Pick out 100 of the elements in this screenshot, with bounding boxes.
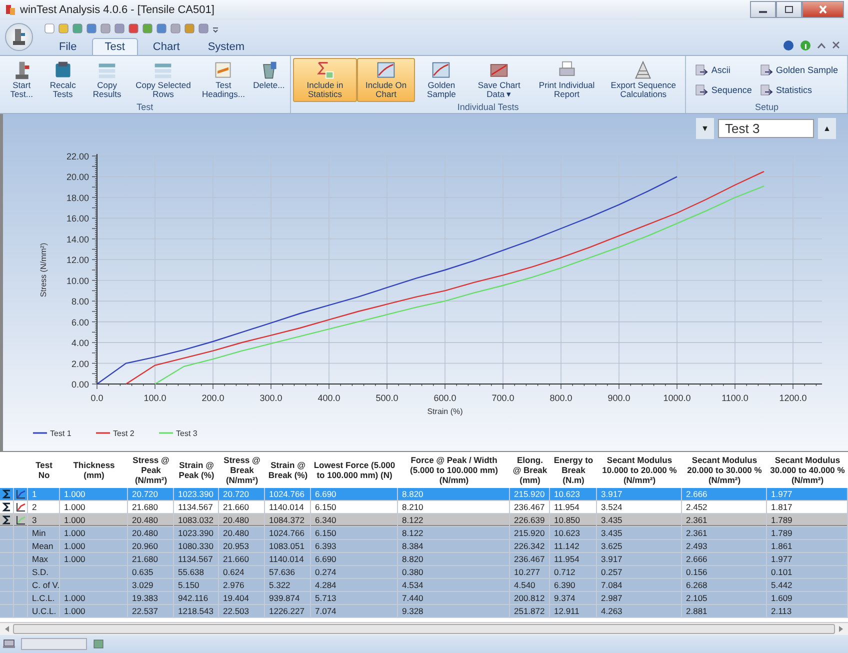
table-cell: 21.680 bbox=[132, 502, 158, 512]
x-tick-label: 1200.0 bbox=[779, 393, 807, 404]
toolbar-icon[interactable] bbox=[114, 22, 125, 34]
ribbon-button[interactable]: Include On Chart bbox=[357, 58, 415, 102]
ribbon-button[interactable]: Test Headings... bbox=[196, 58, 250, 102]
x-tick-label: 900.0 bbox=[608, 393, 630, 404]
y-tick-label: 6.00 bbox=[71, 317, 89, 328]
info-icon[interactable] bbox=[800, 40, 811, 51]
table-cell: 7.074 bbox=[315, 606, 336, 616]
sigma-icon[interactable] bbox=[2, 502, 12, 512]
close-icon[interactable] bbox=[832, 41, 840, 50]
table-cell: 1134.567 bbox=[178, 554, 213, 564]
table-cell: 5.322 bbox=[269, 580, 290, 590]
table-cell: 0.156 bbox=[686, 567, 708, 578]
y-tick-label: 20.00 bbox=[66, 172, 89, 182]
table-cell: 5.713 bbox=[315, 593, 336, 604]
toolbar-icon[interactable] bbox=[170, 22, 181, 34]
table-cell: 939.874 bbox=[269, 593, 300, 604]
close-button[interactable] bbox=[802, 1, 844, 18]
pyramid-icon bbox=[633, 60, 654, 80]
table-cell: 0.274 bbox=[315, 567, 336, 578]
ribbon-button[interactable]: Print Individual Report bbox=[530, 58, 604, 102]
collapse-icon[interactable] bbox=[817, 42, 826, 49]
table-cell: 0.712 bbox=[554, 567, 576, 578]
table-cell: 1.817 bbox=[771, 502, 792, 512]
ribbon-button[interactable]: Sequence bbox=[692, 82, 755, 98]
table-cell: C. of V. bbox=[32, 580, 60, 590]
line-chart-icon[interactable] bbox=[16, 515, 26, 526]
line-chart-icon[interactable] bbox=[16, 502, 26, 512]
table-cell: 6.690 bbox=[315, 554, 336, 564]
table-cell: 2.666 bbox=[686, 554, 708, 564]
maximize-button[interactable] bbox=[776, 1, 802, 18]
next-button[interactable]: ▲ bbox=[818, 118, 836, 140]
ribbon-button[interactable]: Save Chart Data ▾ bbox=[468, 58, 530, 102]
ribbon-tab[interactable]: Chart bbox=[140, 38, 193, 55]
minimize-button[interactable] bbox=[750, 1, 776, 18]
ribbon-button[interactable]: Golden Sample bbox=[756, 62, 841, 78]
ribbon-button[interactable]: Copy Results bbox=[84, 58, 130, 102]
toolbar-icon[interactable] bbox=[86, 22, 97, 34]
help-icon[interactable] bbox=[783, 40, 794, 51]
legend-label: Test 1 bbox=[50, 429, 72, 438]
ribbon-button[interactable]: Delete... bbox=[250, 58, 288, 102]
table-cell: 3.625 bbox=[601, 541, 622, 552]
table-cell: 1024.766 bbox=[269, 528, 304, 538]
toolbar-icon[interactable] bbox=[184, 22, 195, 34]
y-tick-label: 22.00 bbox=[66, 152, 89, 162]
horizontal-scrollbar[interactable] bbox=[0, 622, 848, 636]
ribbon-button[interactable]: Ascii bbox=[692, 62, 755, 78]
table-cell: 20.960 bbox=[132, 541, 158, 552]
table-cell: 1.000 bbox=[64, 554, 86, 564]
toolbar-icon[interactable] bbox=[198, 22, 209, 34]
table-cell: 5.442 bbox=[771, 580, 792, 590]
application-menu-button[interactable] bbox=[5, 22, 33, 51]
table-cell: 226.639 bbox=[514, 515, 545, 526]
toolbar-icon[interactable] bbox=[128, 22, 139, 34]
ribbon-tab[interactable]: Test bbox=[92, 38, 138, 55]
y-tick-label: 0.00 bbox=[71, 380, 89, 390]
table-cell: 20.953 bbox=[223, 541, 249, 552]
left-arrow-icon[interactable] bbox=[4, 625, 10, 634]
ribbon-button[interactable]: Statistics bbox=[756, 82, 841, 98]
toolbar-icon[interactable] bbox=[72, 22, 83, 34]
x-tick-label: 800.0 bbox=[550, 393, 572, 404]
table-cell: 3.524 bbox=[601, 502, 622, 512]
table-cell: 2.361 bbox=[686, 515, 708, 526]
toolbar-icon[interactable] bbox=[142, 22, 153, 34]
x-axis-title: Strain (%) bbox=[427, 407, 463, 416]
ribbon-button[interactable]: Include in Statistics bbox=[292, 58, 358, 102]
test-select-field[interactable]: Test 3 bbox=[718, 119, 814, 138]
table-cell: 2.666 bbox=[686, 489, 708, 500]
column-header: Strain @ Peak (%) bbox=[178, 460, 216, 480]
ribbon-tab[interactable]: System bbox=[194, 38, 258, 55]
ribbon-tab[interactable]: File bbox=[46, 38, 90, 55]
sigma-icon[interactable] bbox=[2, 515, 12, 526]
table-cell: 19.404 bbox=[223, 593, 249, 604]
right-arrow-icon[interactable] bbox=[838, 625, 844, 634]
ribbon-button[interactable]: Export Sequence Calculations bbox=[603, 58, 684, 102]
table-cell: 8.122 bbox=[402, 515, 424, 526]
toolbar-icon[interactable] bbox=[100, 22, 111, 34]
window-title: winTest Analysis 4.0.6 - [Tensile CA501] bbox=[20, 4, 214, 16]
table-cell: 1134.567 bbox=[178, 502, 213, 512]
table-cell: 236.467 bbox=[514, 502, 545, 512]
x-tick-label: 0.0 bbox=[90, 393, 104, 404]
x-tick-label: 1000.0 bbox=[663, 393, 691, 404]
toolbar-icon[interactable] bbox=[58, 22, 69, 34]
toolbar-icon[interactable] bbox=[44, 22, 55, 34]
ribbon-button[interactable]: Start Test... bbox=[2, 58, 42, 102]
y-tick-label: 10.00 bbox=[66, 276, 89, 286]
y-tick-label: 8.00 bbox=[71, 296, 89, 307]
table-cell: 3.435 bbox=[601, 515, 622, 526]
ribbon-button[interactable]: Copy Selected Rows bbox=[130, 58, 197, 102]
table-cell: 2.976 bbox=[223, 580, 244, 590]
column-header: Secant Modulus 10.000 to 20.000 % (N/mm²) bbox=[601, 455, 678, 486]
ribbon-button[interactable]: Golden Sample bbox=[414, 58, 468, 102]
ribbon-button[interactable]: Recalc Tests bbox=[41, 58, 84, 102]
table-cell: 1.789 bbox=[771, 528, 792, 538]
toolbar-icon[interactable] bbox=[156, 22, 167, 34]
table-cell: 11.142 bbox=[554, 541, 580, 552]
table-cell: 2.105 bbox=[686, 593, 708, 604]
table-cell: 1226.227 bbox=[269, 606, 304, 616]
previous-button[interactable]: ▼ bbox=[696, 118, 714, 140]
